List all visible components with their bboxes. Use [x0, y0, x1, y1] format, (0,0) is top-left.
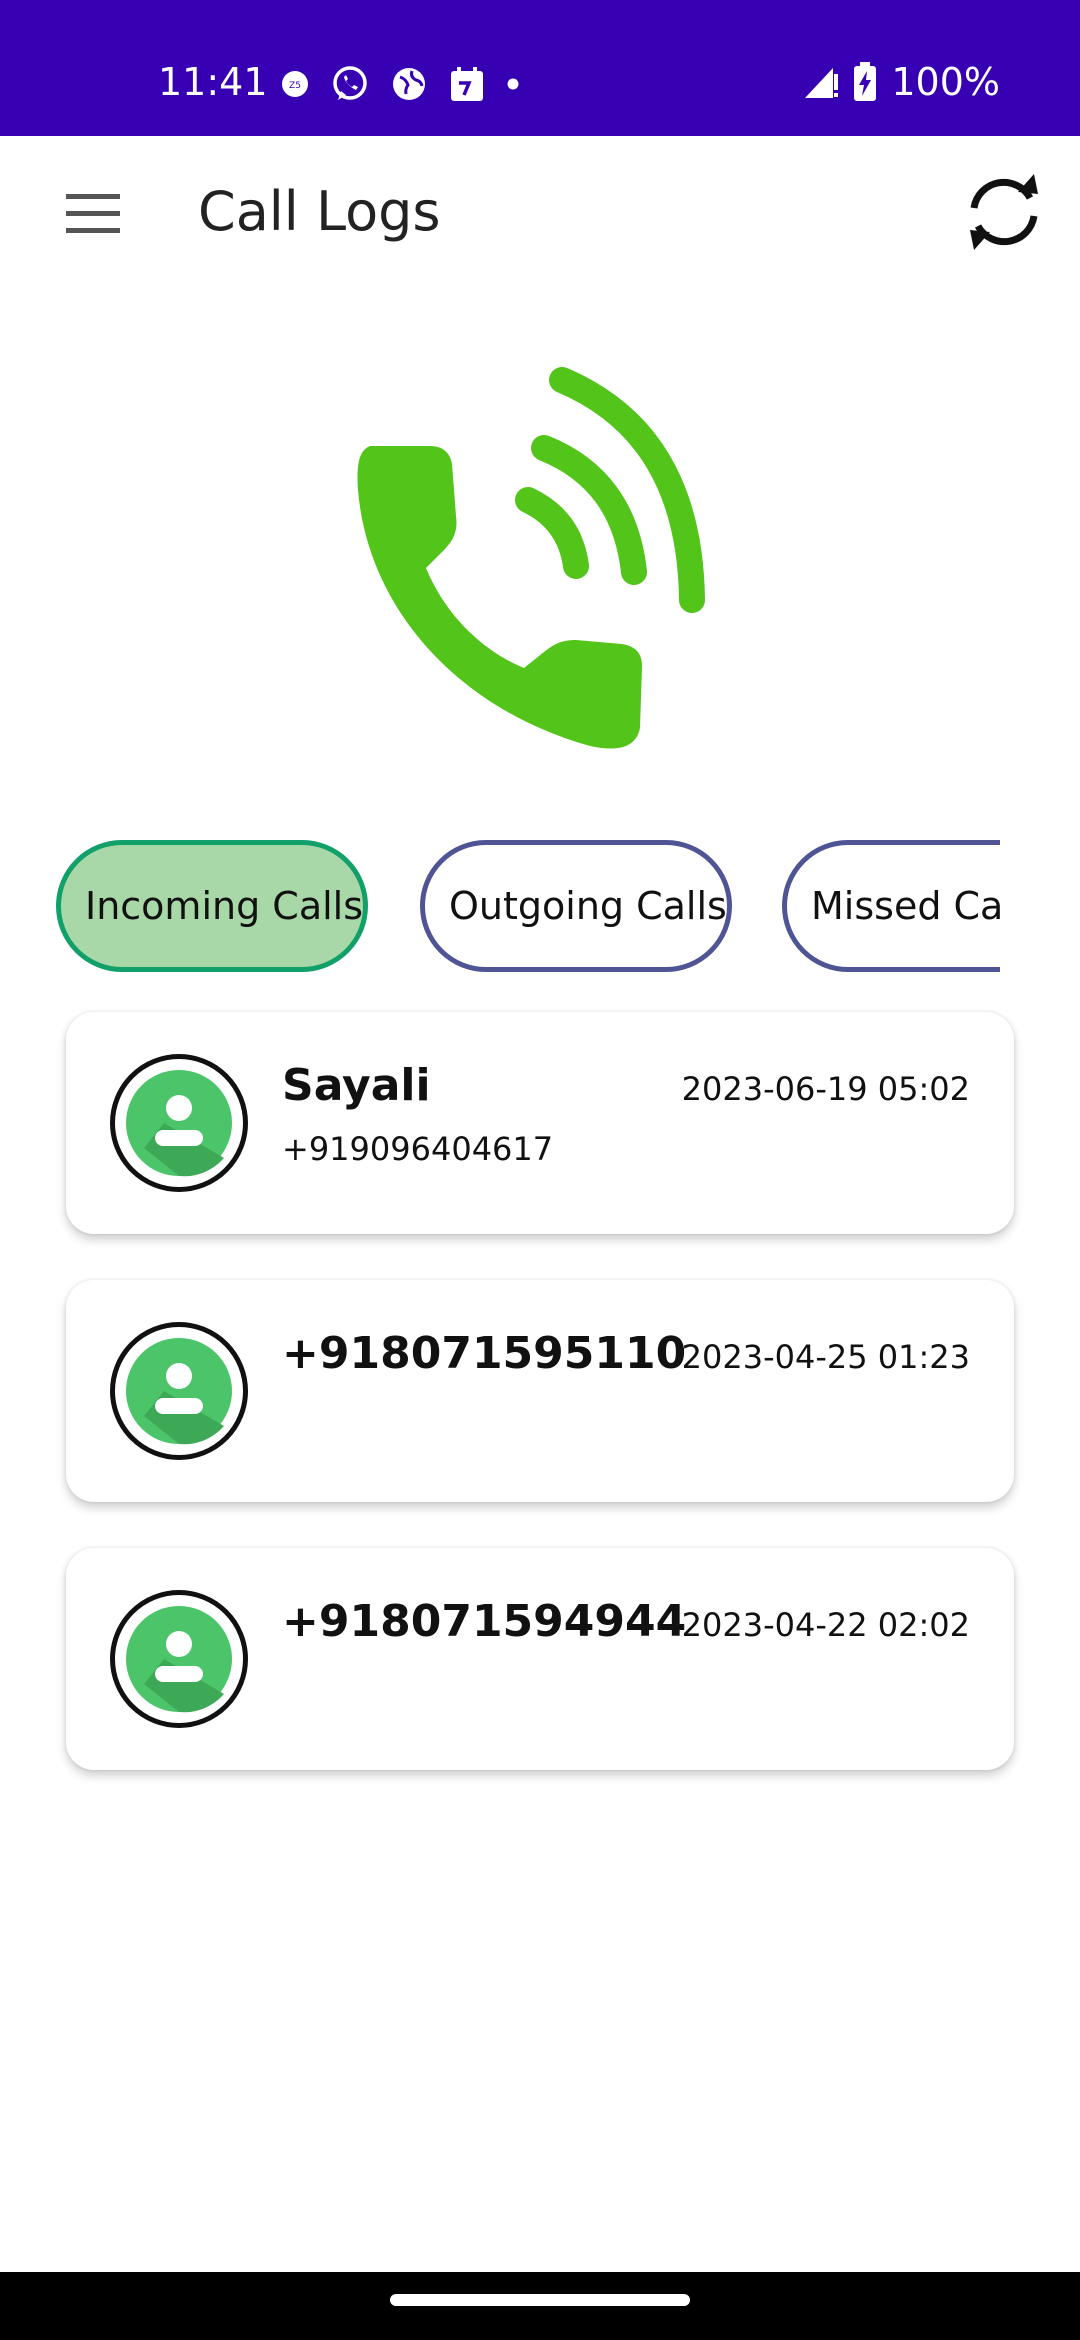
avatar — [110, 1054, 248, 1192]
phone-ringing-icon — [357, 367, 705, 749]
svg-text:Z5: Z5 — [289, 81, 301, 91]
avatar — [110, 1322, 248, 1460]
battery-percent: 100% — [891, 60, 1000, 104]
contact-name: Sayali — [282, 1060, 431, 1111]
call-log-item[interactable]: +918071595110 2023-04-25 01:23 — [66, 1280, 1014, 1502]
tab-incoming-calls[interactable]: Incoming Calls — [56, 840, 368, 972]
signal-icon — [805, 68, 839, 98]
globe-icon — [393, 68, 425, 100]
system-status: 100% — [803, 58, 1000, 106]
home-gesture-handle[interactable] — [390, 2294, 690, 2306]
call-log-item[interactable]: +918071594944 2023-04-22 02:02 — [66, 1548, 1014, 1770]
person-icon — [126, 1070, 232, 1177]
contact-name: +918071594944 — [282, 1596, 687, 1647]
system-nav-bar — [0, 2272, 1080, 2340]
zee5-icon: Z5 — [282, 71, 308, 97]
calendar-icon — [451, 67, 483, 101]
status-time: 11:41 — [158, 60, 268, 104]
whatsapp-icon — [333, 66, 367, 100]
refresh-icon[interactable] — [956, 170, 1052, 254]
status-bar: 11:41 Z5 100% — [0, 0, 1080, 136]
tab-label: Outgoing Calls — [449, 884, 727, 928]
notification-icons: Z5 — [280, 60, 520, 108]
call-filter-tabs: Incoming Calls Outgoing Calls Missed Cal… — [0, 840, 1000, 976]
call-timestamp: 2023-04-25 01:23 — [681, 1338, 970, 1376]
battery-charging-icon — [854, 62, 877, 101]
contact-name: +918071595110 — [282, 1328, 687, 1379]
call-timestamp: 2023-06-19 05:02 — [681, 1070, 970, 1108]
page-title: Call Logs — [198, 180, 441, 243]
dot-icon — [507, 78, 519, 90]
tab-missed-calls[interactable]: Missed Calls — [782, 840, 1000, 972]
call-timestamp: 2023-04-22 02:02 — [681, 1606, 970, 1644]
tab-label: Incoming Calls — [85, 884, 364, 928]
contact-number: +919096404617 — [282, 1130, 554, 1168]
person-icon — [126, 1606, 232, 1713]
avatar — [110, 1590, 248, 1728]
hamburger-menu-icon[interactable] — [60, 186, 126, 242]
tab-label: Missed Calls — [811, 884, 1000, 928]
call-log-item[interactable]: Sayali +919096404617 2023-06-19 05:02 — [66, 1012, 1014, 1234]
person-icon — [126, 1338, 232, 1445]
tab-outgoing-calls[interactable]: Outgoing Calls — [420, 840, 732, 972]
